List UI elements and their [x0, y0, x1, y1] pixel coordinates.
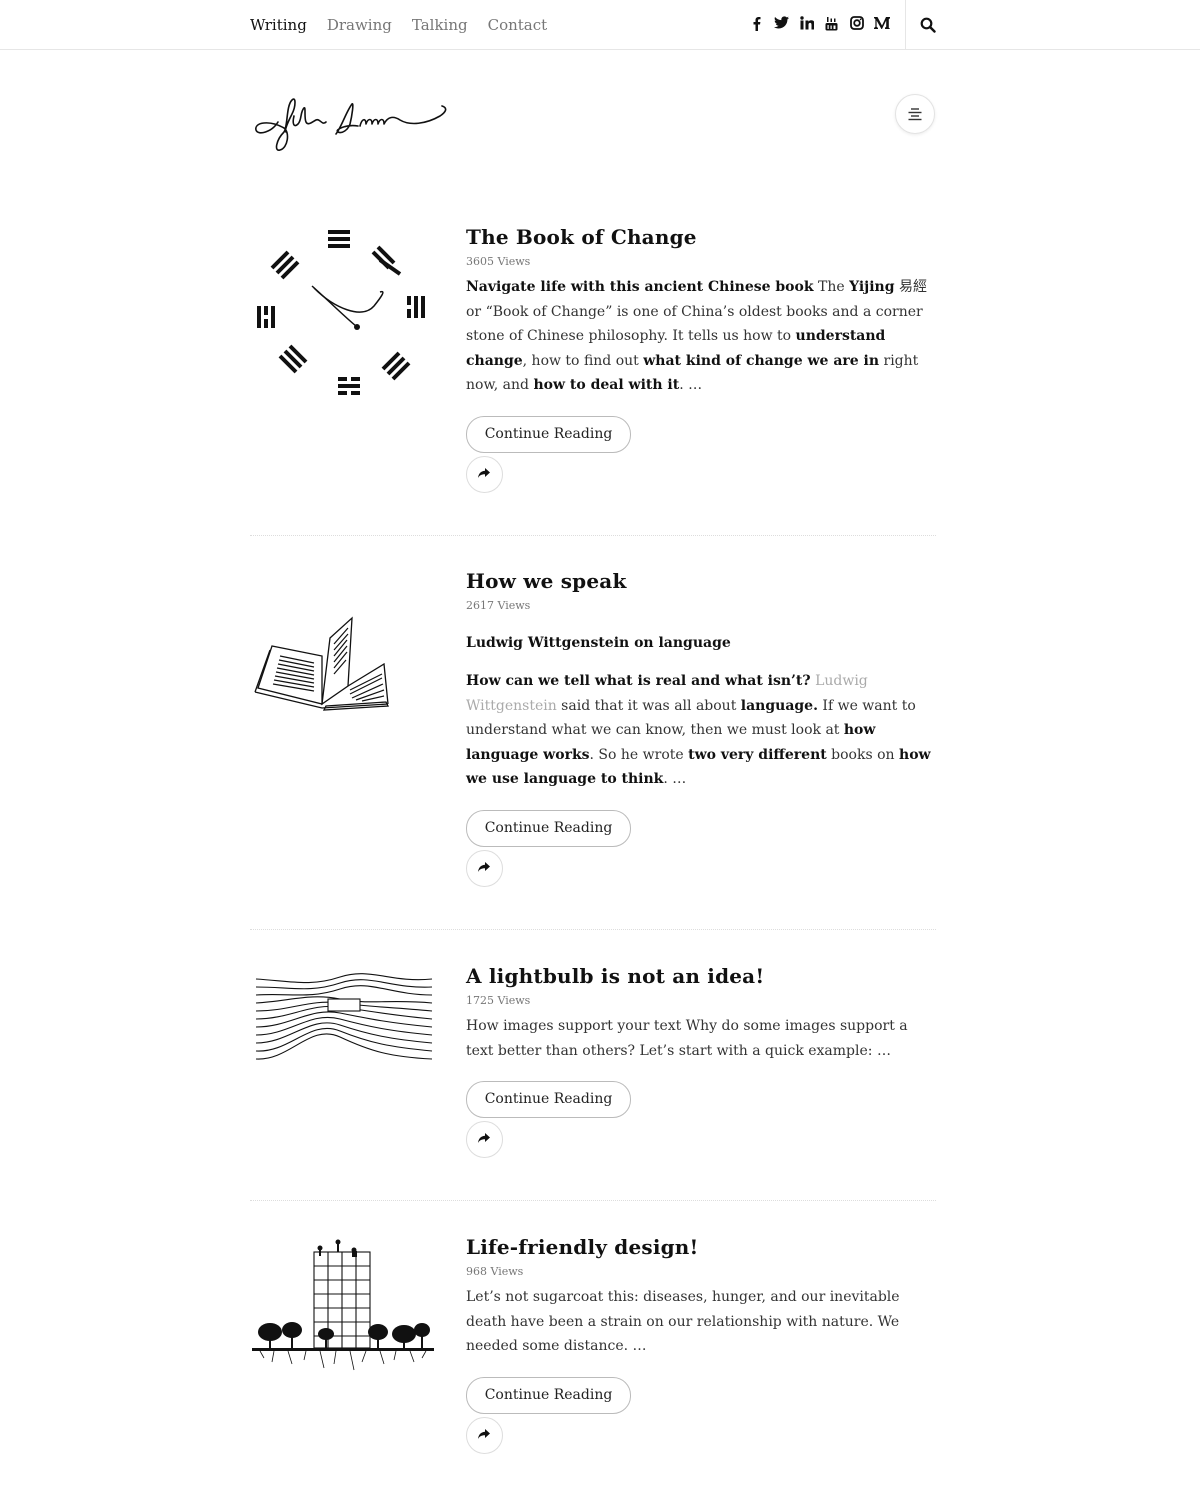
nav-divider: [905, 0, 906, 49]
post-subtitle: Ludwig Wittgenstein on language: [466, 635, 731, 651]
menu-toggle-button[interactable]: [895, 94, 935, 134]
twitter-icon[interactable]: [774, 16, 789, 32]
nav-item-contact[interactable]: Contact: [488, 16, 548, 34]
post-excerpt: How can we tell what is real and what is…: [466, 669, 936, 792]
share-button[interactable]: [466, 455, 503, 493]
excerpt-bold-text: two very different: [688, 746, 827, 763]
post-views: 968 Views: [466, 1265, 524, 1278]
post-thumbnail-book[interactable]: [250, 608, 435, 722]
post-title[interactable]: How we speak: [466, 568, 936, 594]
post-thumbnail-lines[interactable]: [250, 963, 435, 1072]
excerpt-bold-text: How can we tell what is real and what is…: [466, 673, 811, 689]
excerpt-text: Let’s not sugarcoat this: diseases, hung…: [466, 1289, 900, 1354]
continue-reading-button[interactable]: Continue Reading: [466, 415, 631, 453]
excerpt-text: books on: [826, 746, 900, 763]
excerpt-text: said that it was all about: [556, 697, 741, 714]
post-excerpt: Let’s not sugarcoat this: diseases, hung…: [466, 1285, 936, 1359]
excerpt-text: . …: [663, 771, 687, 787]
share-button[interactable]: [466, 1121, 503, 1158]
excerpt-bold-text: what kind of change we are in: [643, 352, 880, 369]
instagram-icon[interactable]: [849, 16, 864, 32]
excerpt-bold-text: how to deal with it: [533, 377, 680, 393]
medium-icon[interactable]: [874, 16, 890, 32]
post-title[interactable]: Life-friendly design!: [466, 1234, 936, 1260]
post-separator: [250, 929, 936, 930]
excerpt-bold-text: Yijing: [849, 279, 895, 295]
excerpt-text: , how to find out: [522, 352, 644, 369]
nav-item-drawing[interactable]: Drawing: [327, 16, 392, 34]
facebook-icon[interactable]: [749, 16, 764, 32]
post-excerpt: How images support your text Why do some…: [466, 1014, 936, 1063]
signature-logo[interactable]: [250, 92, 450, 156]
excerpt-text: . So he wrote: [589, 746, 689, 763]
post-views: 2617 Views: [466, 599, 531, 612]
post-thumbnail-trigrams[interactable]: [250, 224, 435, 413]
excerpt-text: The: [813, 279, 850, 295]
youtube-icon[interactable]: [824, 16, 839, 32]
post-views: 1725 Views: [466, 994, 531, 1007]
excerpt-bold-text: language.: [740, 697, 818, 714]
social-links: [749, 16, 890, 32]
main-nav: Writing Drawing Talking Contact: [250, 16, 547, 34]
search-icon[interactable]: [920, 17, 936, 33]
post-separator: [250, 535, 936, 536]
share-button[interactable]: [466, 1416, 503, 1454]
continue-reading-button[interactable]: Continue Reading: [466, 1376, 631, 1414]
nav-item-writing[interactable]: Writing: [250, 16, 307, 34]
post-thumbnail-building[interactable]: [250, 1234, 435, 1378]
post-views: 3605 Views: [466, 255, 531, 268]
top-navigation-bar: Writing Drawing Talking Contact: [0, 0, 1200, 50]
post-separator: [250, 1200, 936, 1201]
post-excerpt: Navigate life with this ancient Chinese …: [466, 275, 936, 398]
nav-item-talking[interactable]: Talking: [412, 16, 468, 34]
excerpt-bold-text: Navigate life with this ancient Chinese …: [466, 279, 814, 295]
share-button[interactable]: [466, 849, 503, 887]
post-title[interactable]: The Book of Change: [466, 224, 936, 250]
linkedin-icon[interactable]: [799, 16, 814, 32]
continue-reading-button[interactable]: Continue Reading: [466, 1081, 631, 1118]
post-title[interactable]: A lightbulb is not an idea!: [466, 963, 936, 989]
excerpt-text: . …: [679, 377, 703, 393]
excerpt-text: How images support your text Why do some…: [466, 1018, 908, 1059]
continue-reading-button[interactable]: Continue Reading: [466, 809, 631, 847]
